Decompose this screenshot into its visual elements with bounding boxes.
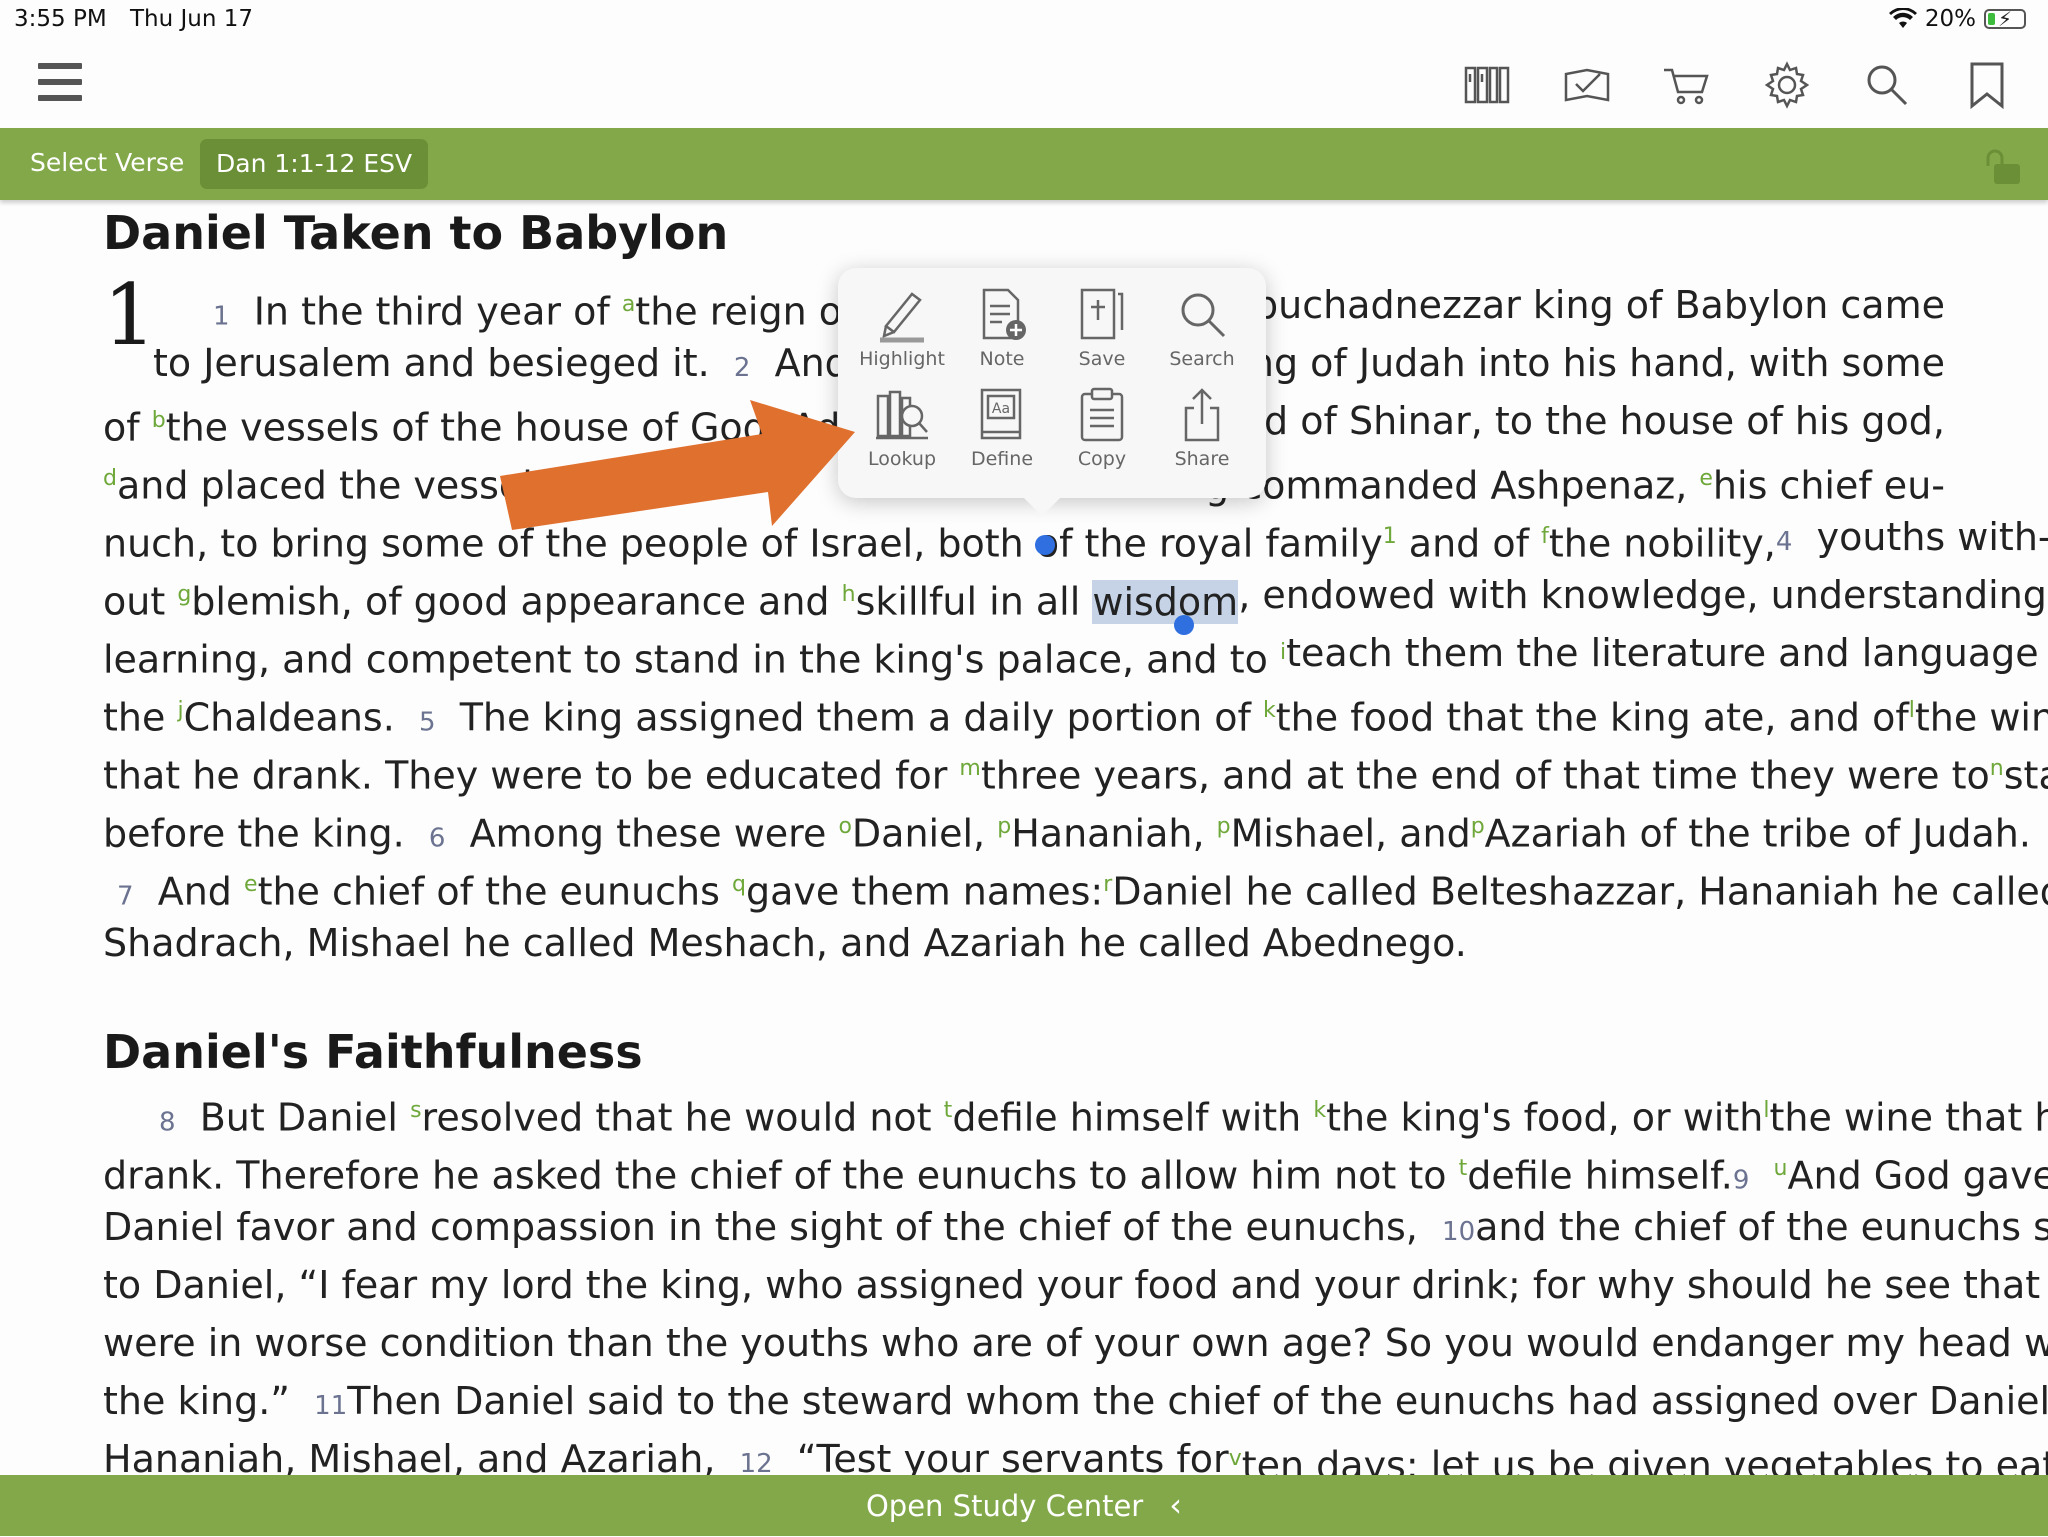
note-button[interactable]: Note <box>952 286 1052 386</box>
verse-number[interactable]: 9 <box>1733 1166 1750 1196</box>
footnote-marker[interactable]: n <box>1990 756 2004 781</box>
define-button[interactable]: Aa Define <box>952 386 1052 486</box>
battery-percent: 20% <box>1924 6 1976 32</box>
text-line[interactable]: learning, and competent to stand in the … <box>103 624 2048 682</box>
verse-number[interactable]: 1 <box>213 302 230 332</box>
note-add-icon <box>982 288 1026 340</box>
footnote-marker[interactable]: h <box>842 582 856 607</box>
footnote-marker[interactable]: 1 <box>1383 524 1397 549</box>
copy-clipboard-icon <box>1080 387 1124 442</box>
lookup-icon <box>876 390 928 440</box>
footnote-marker[interactable]: t <box>1459 1156 1468 1181</box>
verse-number[interactable]: 10 <box>1442 1217 1475 1247</box>
text-line[interactable]: that he drank. They were to be educated … <box>103 740 2048 798</box>
reference-bar: Select Verse Dan 1:1-12 ESV <box>0 128 2048 200</box>
footnote-marker[interactable]: r <box>1103 872 1112 897</box>
verse-number[interactable]: 6 <box>429 824 446 854</box>
footnote-marker[interactable]: p <box>1217 814 1231 839</box>
status-right: 20% ⚡ <box>1888 6 2026 32</box>
select-verse-button[interactable]: Select Verse <box>30 148 184 177</box>
verse-number[interactable]: 2 <box>734 353 751 383</box>
selected-word[interactable]: wisdom <box>1092 579 1239 624</box>
footnote-marker[interactable]: u <box>1774 1156 1788 1181</box>
wifi-icon <box>1888 8 1917 28</box>
verse-number[interactable]: 8 <box>159 1108 176 1138</box>
lookup-button[interactable]: Lookup <box>852 386 952 486</box>
bookmark-icon[interactable] <box>1962 60 2012 110</box>
text-line[interactable]: 7 And ethe chief of the eunuchs qgave th… <box>117 856 2048 914</box>
footnote-marker[interactable]: k <box>1313 1098 1326 1123</box>
status-time: 3:55 PM <box>14 6 107 32</box>
text-line[interactable]: Shadrach, Mishael he called Meshach, and… <box>103 914 1945 972</box>
text-line[interactable]: the jChaldeans. 5 The king assigned them… <box>103 682 2048 740</box>
selection-action-popup: Highlight Note Save Search Lookup Aa Def… <box>838 268 1266 516</box>
footnote-marker[interactable]: f <box>1541 524 1549 549</box>
verse-number[interactable]: 7 <box>117 882 134 912</box>
footnote-marker[interactable]: g <box>177 582 191 607</box>
section-heading: Daniel Taken to Babylon <box>103 206 729 260</box>
text-line[interactable]: the king.” 11 Then Daniel said to the st… <box>103 1372 2048 1430</box>
text-line[interactable]: before the king. 6 Among these were oDan… <box>103 798 2031 856</box>
text-line[interactable]: Daniel favor and compassion in the sight… <box>103 1198 2048 1256</box>
text-line[interactable]: nuch, to bring some of the people of Isr… <box>103 508 2048 566</box>
svg-text:Aa: Aa <box>992 401 1010 417</box>
text-line[interactable]: out gblemish, of good appearance and hsk… <box>103 566 2047 624</box>
text-line[interactable]: were in worse condition than the youths … <box>103 1314 2048 1372</box>
define-dictionary-icon: Aa <box>980 388 1022 440</box>
battery-icon: ⚡ <box>1984 7 2026 31</box>
footnote-marker[interactable]: a <box>622 292 635 317</box>
verse-number[interactable]: 5 <box>419 708 436 738</box>
status-bar: 3:55 PM Thu Jun 17 20% ⚡ <box>0 0 2048 40</box>
save-button[interactable]: Save <box>1052 286 1152 386</box>
search-button[interactable]: Search <box>1152 286 1252 386</box>
copy-button[interactable]: Copy <box>1052 386 1152 486</box>
text-line[interactable]: to Daniel, “I fear my lord the king, who… <box>103 1256 2048 1314</box>
footnote-marker[interactable]: d <box>103 466 117 491</box>
library-icon[interactable] <box>1462 60 1512 110</box>
search-icon[interactable] <box>1862 60 1912 110</box>
status-date: Thu Jun 17 <box>130 6 254 32</box>
main-toolbar <box>0 40 2048 128</box>
section-heading: Daniel's Faithfulness <box>103 1025 643 1079</box>
footnote-marker[interactable]: v <box>1229 1446 1242 1471</box>
selection-end-handle[interactable] <box>1174 615 1194 635</box>
save-book-icon <box>1080 288 1124 340</box>
footnote-marker[interactable]: e <box>1699 466 1713 491</box>
unlock-icon[interactable] <box>1980 146 2024 186</box>
search-icon <box>1181 293 1226 338</box>
footnote-marker[interactable]: k <box>1263 698 1276 723</box>
footnote-marker[interactable]: o <box>838 814 851 839</box>
cart-icon[interactable] <box>1662 60 1712 110</box>
footnote-marker[interactable]: p <box>1471 814 1485 839</box>
highlight-pen-icon <box>880 292 924 343</box>
footnote-marker[interactable]: m <box>959 756 980 781</box>
highlight-button[interactable]: Highlight <box>852 286 952 386</box>
footnote-marker[interactable]: p <box>997 814 1011 839</box>
reading-plan-icon[interactable] <box>1562 60 1612 110</box>
settings-icon[interactable] <box>1762 60 1812 110</box>
footnote-marker[interactable]: b <box>152 408 166 433</box>
reference-pill[interactable]: Dan 1:1-12 ESV <box>200 139 429 189</box>
verse-number[interactable]: 4 <box>1776 527 1793 557</box>
footnote-marker[interactable]: e <box>244 872 258 897</box>
share-icon <box>1184 388 1220 442</box>
verse-number[interactable]: 11 <box>314 1391 347 1421</box>
chapter-number: 1 <box>103 266 157 364</box>
footnote-marker[interactable]: s <box>410 1098 421 1123</box>
share-button[interactable]: Share <box>1152 386 1252 486</box>
study-center-bar[interactable]: Open Study Center ‹ <box>0 1475 2048 1536</box>
menu-icon[interactable] <box>38 63 82 103</box>
text-line[interactable]: 8 But Daniel sresolved that he would not… <box>159 1082 2048 1140</box>
selection-start-handle[interactable] <box>1035 535 1055 555</box>
annotation-arrow-icon <box>500 400 855 530</box>
footnote-marker[interactable]: q <box>732 872 746 897</box>
chevron-left-icon: ‹ <box>1169 1486 1183 1524</box>
open-study-center-label: Open Study Center <box>865 1489 1144 1523</box>
text-line[interactable]: drank. Therefore he asked the chief of t… <box>103 1140 2048 1198</box>
